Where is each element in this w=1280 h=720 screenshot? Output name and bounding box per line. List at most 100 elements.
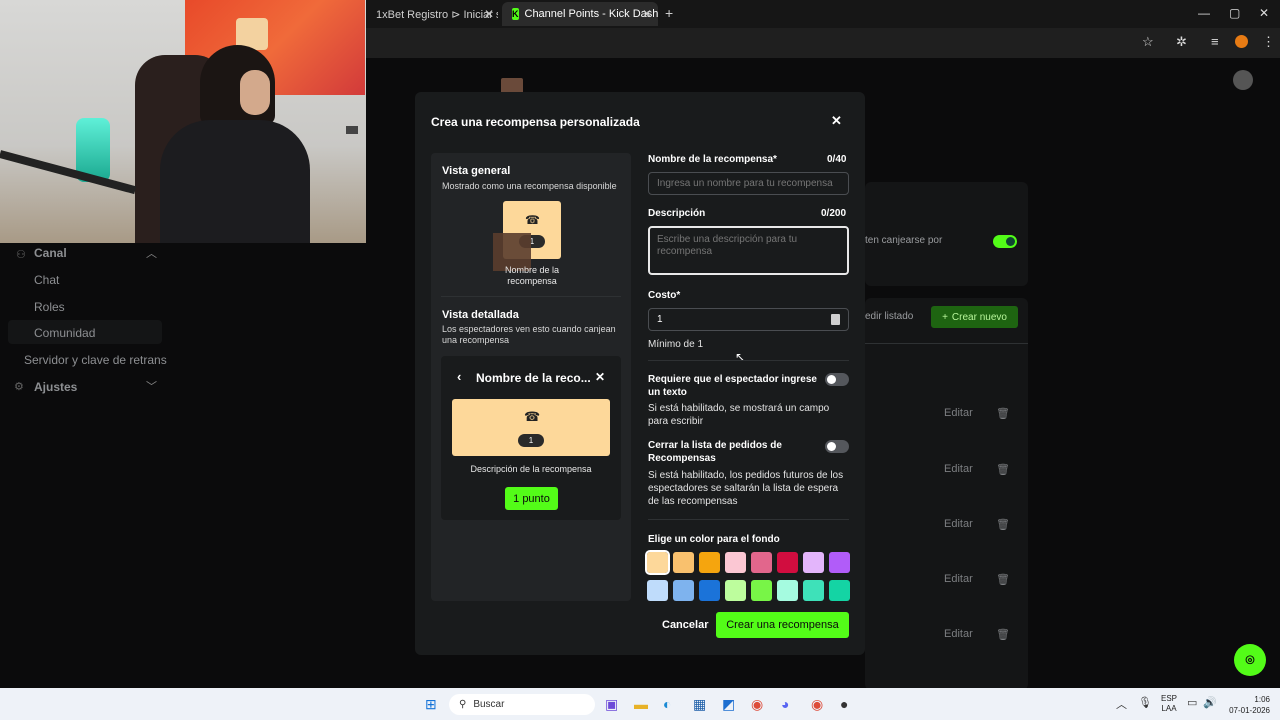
color-swatch[interactable] xyxy=(777,552,798,573)
obs-icon[interactable]: ● xyxy=(840,696,848,712)
edge-icon[interactable]: ◐ xyxy=(663,696,671,712)
color-swatch[interactable] xyxy=(699,552,720,573)
name-label: Nombre de la recompensa* xyxy=(648,154,777,165)
color-swatch[interactable] xyxy=(647,580,668,601)
close-icon[interactable]: ✕ xyxy=(831,113,842,129)
edit-button[interactable]: Editar xyxy=(944,407,973,419)
close-icon[interactable]: ✕ xyxy=(484,7,494,21)
trash-icon[interactable]: 🗑 xyxy=(996,518,1010,531)
chevron-left-icon: ‹ xyxy=(457,369,462,384)
create-reward-button[interactable]: Crear una recompensa xyxy=(716,612,849,638)
color-row-2 xyxy=(647,580,850,601)
sidebar-item-roles[interactable]: Roles xyxy=(34,300,65,314)
color-swatch[interactable] xyxy=(725,552,746,573)
edit-button[interactable]: Editar xyxy=(944,463,973,475)
color-swatch[interactable] xyxy=(803,580,824,601)
store-icon[interactable]: ▦ xyxy=(693,696,706,713)
clock[interactable]: 1:06 07-01-2026 xyxy=(1226,694,1270,716)
chrome-icon[interactable]: ◉ xyxy=(751,696,763,713)
detail-header-name: Nombre de la reco... xyxy=(476,371,591,385)
monitor-icon[interactable]: ▭ xyxy=(1187,696,1197,709)
user-avatar[interactable] xyxy=(1233,70,1253,90)
color-swatch[interactable] xyxy=(673,580,694,601)
trash-icon[interactable]: 🗑 xyxy=(996,407,1010,420)
search-icon: ⚲ xyxy=(459,699,467,710)
color-swatch[interactable] xyxy=(777,580,798,601)
close-icon: ✕ xyxy=(595,370,606,384)
divider xyxy=(648,360,849,361)
sidebar-item-chat[interactable]: Chat xyxy=(34,273,59,287)
tab-1xbet[interactable]: 1xBet Registro ⊳ Iniciar sesión xyxy=(366,2,498,26)
gear-icon: ⚙ xyxy=(14,381,24,393)
chevron-up-icon[interactable]: ︿ xyxy=(1116,696,1127,712)
person-face xyxy=(240,70,270,115)
new-tab-button[interactable]: + xyxy=(665,5,673,21)
color-swatch[interactable] xyxy=(673,552,694,573)
minimize-icon[interactable]: — xyxy=(1198,6,1210,20)
volume-icon[interactable]: 🔊 xyxy=(1203,696,1217,709)
trash-icon[interactable]: 🗑 xyxy=(996,463,1010,476)
folder-icon[interactable]: ▬ xyxy=(634,696,648,712)
edit-button[interactable]: Editar xyxy=(944,628,973,640)
webcam-overlay xyxy=(0,0,366,243)
preview-panel: Vista general Mostrado como una recompen… xyxy=(431,153,631,601)
color-swatch[interactable] xyxy=(751,552,772,573)
plus-icon: + xyxy=(942,311,948,323)
create-reward-modal: Crea una recompensa personalizada ✕ Vist… xyxy=(415,92,865,655)
color-swatch[interactable] xyxy=(645,550,670,575)
color-swatch[interactable] xyxy=(725,580,746,601)
chevron-up-icon[interactable]: ︿ xyxy=(146,245,157,261)
language-indicator[interactable]: ESP LAA xyxy=(1161,694,1177,714)
color-swatch[interactable] xyxy=(751,580,772,601)
mic-icon[interactable]: 🎙 xyxy=(1138,696,1152,709)
outlook-icon[interactable]: ◩ xyxy=(722,696,735,713)
person-body xyxy=(160,120,310,243)
redeem-toggle[interactable] xyxy=(993,235,1017,248)
media-icon[interactable]: ≡ xyxy=(1211,34,1219,49)
cancel-button[interactable]: Cancelar xyxy=(662,619,708,631)
discord-icon[interactable]: ◕ xyxy=(781,696,789,712)
trash-icon[interactable]: 🗑 xyxy=(996,628,1010,641)
edit-button[interactable]: Editar xyxy=(944,518,973,530)
cost-hint: Mínimo de 1 xyxy=(648,339,704,350)
sidebar-item-stream-key[interactable]: Servidor y clave de retrans xyxy=(24,353,167,367)
taskbar-search[interactable]: ⚲ Buscar xyxy=(449,694,595,715)
close-icon[interactable]: ✕ xyxy=(642,7,652,21)
description-textarea[interactable] xyxy=(648,226,849,275)
star-icon[interactable]: ☆ xyxy=(1142,34,1154,50)
color-swatch[interactable] xyxy=(829,552,850,573)
teams-icon[interactable]: ▣ xyxy=(605,696,618,713)
cost-input[interactable]: 1 xyxy=(648,308,849,331)
stepper-icon[interactable] xyxy=(831,314,840,325)
color-swatch[interactable] xyxy=(699,580,720,601)
description-counter: 0/200 xyxy=(821,208,847,219)
search-label: Buscar xyxy=(473,699,505,710)
extensions-icon[interactable]: ✲ xyxy=(1176,34,1187,50)
trash-icon[interactable]: 🗑 xyxy=(996,573,1010,586)
sidebar-section-canal[interactable]: Canal xyxy=(34,246,67,260)
window-close-icon[interactable]: ✕ xyxy=(1259,6,1269,20)
chrome-active-icon[interactable]: ◉ xyxy=(811,696,823,713)
require-text-label: Requiere que el espectador ingrese un te… xyxy=(648,374,817,398)
close-queue-toggle[interactable] xyxy=(825,440,849,453)
require-text-toggle[interactable] xyxy=(825,373,849,386)
color-swatch[interactable] xyxy=(803,552,824,573)
order-list-button[interactable]: edir listado xyxy=(865,311,913,322)
chevron-down-icon[interactable]: ﹀ xyxy=(146,378,157,394)
windows-start-icon[interactable]: ⊞ xyxy=(425,696,437,713)
menu-kebab-icon[interactable]: ⋮ xyxy=(1262,34,1275,50)
color-swatch[interactable] xyxy=(829,580,850,601)
clock-time: 1:06 xyxy=(1254,695,1270,704)
create-new-button[interactable]: + Crear nuevo xyxy=(931,306,1018,328)
divider xyxy=(865,343,1028,344)
support-chat-icon[interactable]: ⌾ xyxy=(1234,644,1266,676)
detailed-view-title: Vista detallada xyxy=(442,309,519,321)
reward-name-input[interactable] xyxy=(648,172,849,195)
channel-icon: ⚇ xyxy=(16,249,26,261)
profile-avatar[interactable] xyxy=(1235,35,1248,48)
tab-channel-points[interactable]: K Channel Points - Kick Dashboar xyxy=(502,2,658,26)
general-view-title: Vista general xyxy=(442,165,511,177)
restore-icon[interactable]: ▢ xyxy=(1229,6,1240,20)
edit-button[interactable]: Editar xyxy=(944,573,973,585)
sidebar-section-ajustes[interactable]: Ajustes xyxy=(34,380,77,394)
